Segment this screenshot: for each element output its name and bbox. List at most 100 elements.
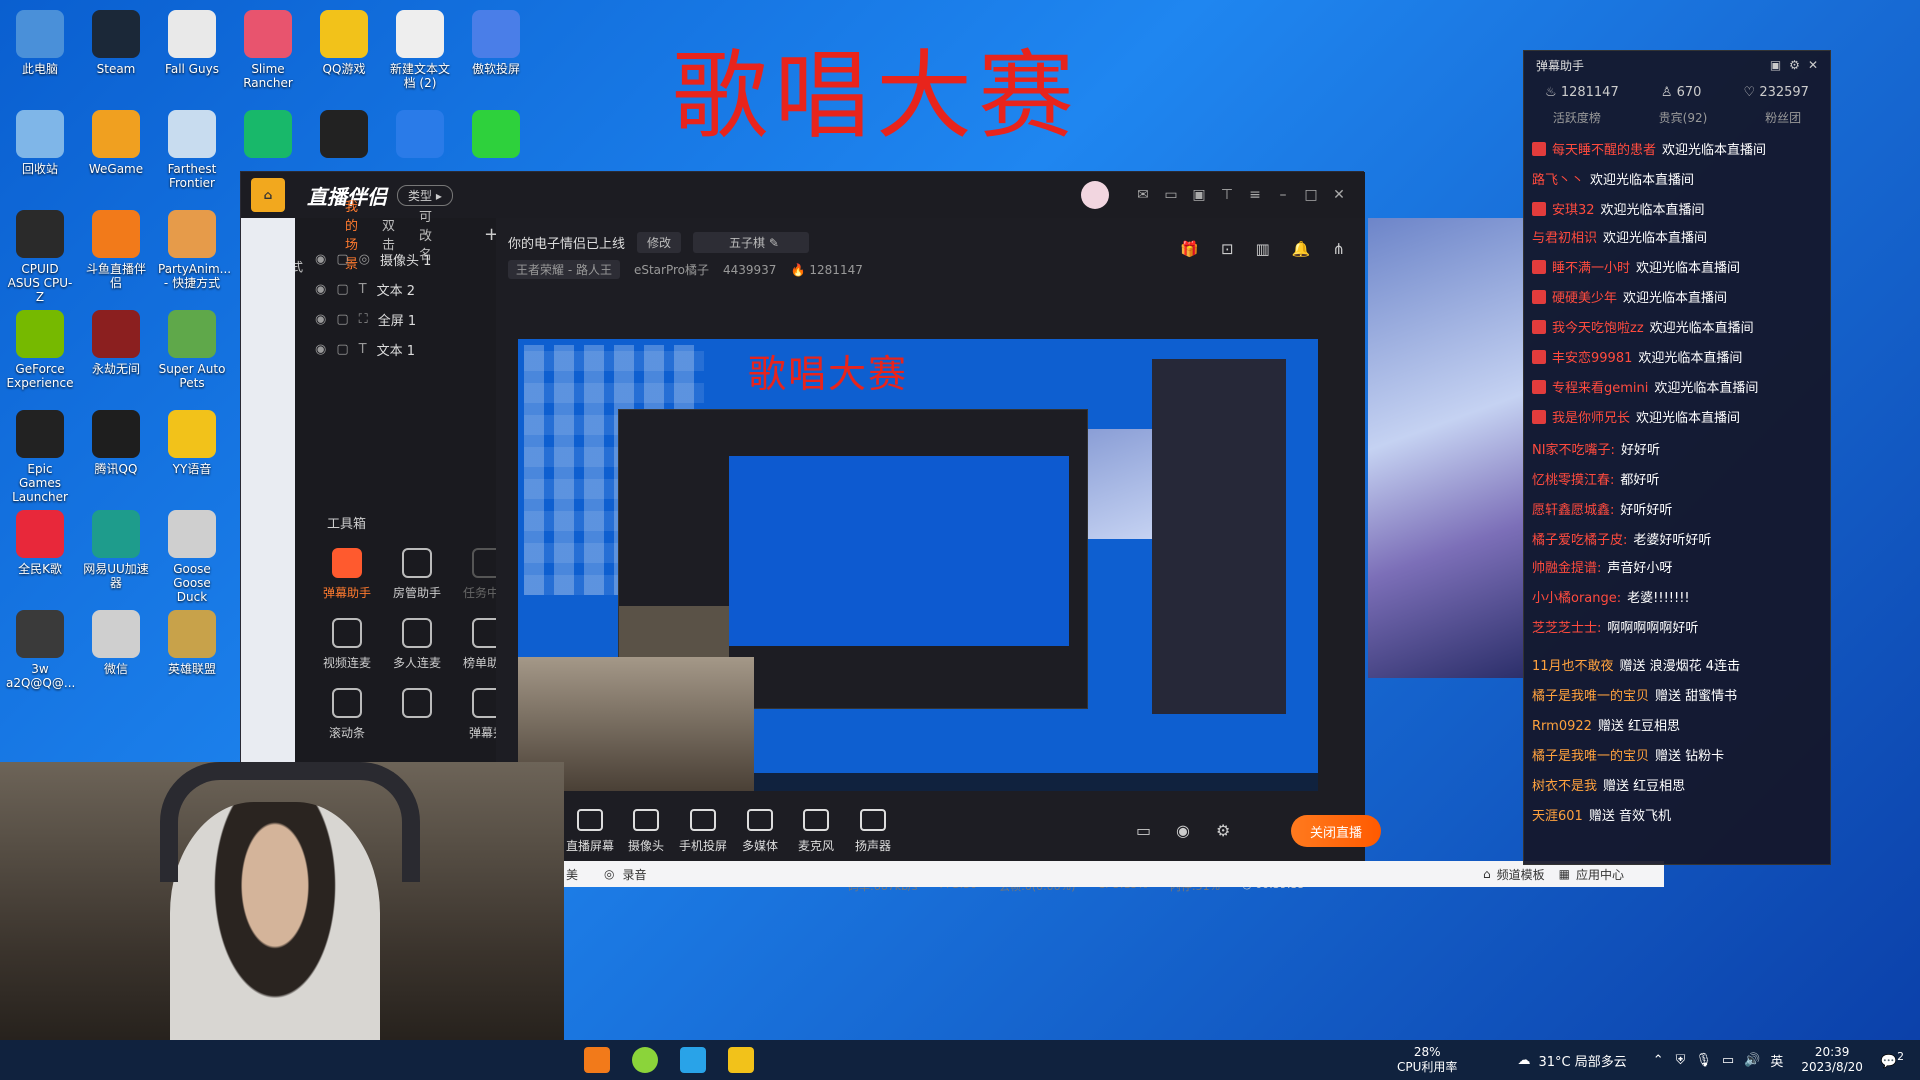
- desktop-icon[interactable]: 回收站: [4, 104, 76, 196]
- stream-preview[interactable]: 歌唱大赛: [518, 339, 1318, 791]
- yy-taskbar-icon[interactable]: [728, 1047, 754, 1073]
- eye-icon[interactable]: ◉: [315, 342, 326, 357]
- chat-username[interactable]: 小小橘orange:: [1532, 591, 1621, 606]
- chat-username[interactable]: 橘子是我唯一的宝贝: [1532, 689, 1649, 704]
- chat-username[interactable]: 丰安恋99981: [1552, 351, 1632, 366]
- chat-username[interactable]: 愿轩鑫愿城鑫:: [1532, 503, 1614, 518]
- share-icon[interactable]: ⋔: [1332, 240, 1345, 258]
- desktop-icon[interactable]: 新建文本文档 (2): [384, 4, 456, 96]
- tool-button[interactable]: 弹幕助手: [311, 548, 383, 601]
- chat-username[interactable]: 忆桃零摸江春:: [1532, 473, 1614, 488]
- record-button[interactable]: 录音: [623, 866, 647, 883]
- chat-username[interactable]: 11月也不敢夜: [1532, 659, 1614, 674]
- phone-cast-button[interactable]: 手机投屏: [673, 809, 733, 854]
- save-icon[interactable]: ▣: [1185, 187, 1213, 203]
- gift-icon[interactable]: 🎁: [1180, 240, 1199, 258]
- desktop-icon[interactable]: 永劫无间: [80, 304, 152, 396]
- chat-username[interactable]: 专程来看gemini: [1552, 381, 1648, 396]
- desktop-icon[interactable]: Epic Games Launcher: [4, 404, 76, 504]
- browser-taskbar-icon[interactable]: [632, 1047, 658, 1073]
- avatar[interactable]: [1081, 181, 1109, 209]
- gear-icon[interactable]: ⚙: [1789, 58, 1800, 72]
- chat-username[interactable]: NI家不吃嘴子:: [1532, 443, 1615, 458]
- desktop-icon[interactable]: CPUID ASUS CPU-Z: [4, 204, 76, 304]
- tool-button[interactable]: [381, 688, 453, 724]
- volume-icon[interactable]: 🔊: [1744, 1053, 1760, 1068]
- desktop-icon[interactable]: PartyAnim... - 快捷方式: [156, 204, 231, 296]
- lock-icon[interactable]: ▢: [336, 312, 348, 327]
- chat-username[interactable]: 硬硬美少年: [1552, 291, 1617, 306]
- source-row[interactable]: ◉ ▢ ◎ 摄像头 1: [295, 244, 495, 274]
- eye-icon[interactable]: ◉: [315, 252, 326, 267]
- app-taskbar-icon[interactable]: [680, 1047, 706, 1073]
- stop-live-button[interactable]: 关闭直播: [1291, 815, 1381, 847]
- menu-icon[interactable]: ≡: [1241, 187, 1269, 203]
- desktop-icon[interactable]: 斗鱼直播伴侣: [80, 204, 152, 296]
- tab-vip[interactable]: 贵宾(92): [1659, 109, 1708, 126]
- desktop-icon[interactable]: 此电脑: [4, 4, 76, 96]
- camera-button[interactable]: 摄像头: [616, 809, 676, 854]
- desktop-icon[interactable]: 网易UU加速器: [80, 504, 152, 596]
- desktop-icon[interactable]: Goose Goose Duck: [156, 504, 228, 604]
- eye-icon[interactable]: ◉: [1176, 821, 1190, 840]
- eye-icon[interactable]: ◉: [315, 282, 326, 297]
- source-row[interactable]: ◉ ▢ T 文本 2: [295, 274, 495, 304]
- source-row[interactable]: ◉ ▢ T 文本 1: [295, 334, 495, 364]
- lock-icon[interactable]: ▢: [336, 282, 348, 297]
- maximize-icon[interactable]: □: [1297, 187, 1325, 203]
- close-icon[interactable]: ✕: [1808, 58, 1818, 72]
- speaker-button[interactable]: 扬声器: [843, 809, 903, 854]
- desktop-icon[interactable]: Super Auto Pets: [156, 304, 228, 396]
- shirt-icon[interactable]: ⊤: [1213, 187, 1241, 203]
- lock-icon[interactable]: ▢: [336, 252, 348, 267]
- lock-icon[interactable]: ▢: [336, 342, 348, 357]
- game-name[interactable]: 王者荣耀 - 路人王: [508, 260, 620, 279]
- desktop-icon[interactable]: 英雄联盟: [156, 604, 228, 696]
- desktop-icon[interactable]: 全民K歌: [4, 504, 76, 596]
- desktop-icon[interactable]: 3w a2Q@Q@...: [4, 604, 76, 696]
- weather[interactable]: 31°C 局部多云: [1538, 1051, 1626, 1070]
- desktop-icon[interactable]: GeForce Experience: [4, 304, 76, 396]
- desktop-icon[interactable]: QQ游戏: [308, 4, 380, 96]
- bell-icon[interactable]: 🔔: [1292, 240, 1311, 258]
- channel-template[interactable]: 频道模板: [1497, 866, 1545, 883]
- screen-icon[interactable]: ▭: [1157, 187, 1185, 203]
- screen-capture-button[interactable]: 直播屏幕: [560, 809, 620, 854]
- tab-fans[interactable]: 粉丝团: [1765, 109, 1801, 126]
- desktop-icon[interactable]: Farthest Frontier: [156, 104, 228, 196]
- chat-username[interactable]: 天涯601: [1532, 809, 1583, 824]
- tool-button[interactable]: 视频连麦: [311, 618, 383, 671]
- type-button[interactable]: 类型 ▸: [397, 184, 453, 206]
- clock[interactable]: 20:39 2023/8/20: [1801, 1045, 1863, 1075]
- mic-icon[interactable]: 🎙: [1695, 1053, 1712, 1068]
- chevron-up-icon[interactable]: ⌃: [1653, 1053, 1664, 1068]
- chat-username[interactable]: 每天睡不醒的患者: [1552, 143, 1656, 158]
- home-icon[interactable]: ⌂: [251, 178, 285, 212]
- mail-icon[interactable]: ✉: [1129, 187, 1157, 203]
- lock-screen-icon[interactable]: ⊡: [1221, 240, 1234, 258]
- tab-activity[interactable]: 活跃度榜: [1553, 109, 1601, 126]
- desktop-icon[interactable]: 傲软投屏: [460, 4, 532, 96]
- tool-button[interactable]: 房管助手: [381, 548, 453, 601]
- lock-icon[interactable]: ▣: [1770, 58, 1781, 72]
- chat-username[interactable]: 芝芝芝士士:: [1532, 621, 1601, 636]
- notification-icon[interactable]: 💬2: [1881, 1050, 1904, 1069]
- chat-username[interactable]: 与君初相识: [1532, 231, 1597, 246]
- desktop-icon[interactable]: Steam: [80, 4, 152, 96]
- chat-username[interactable]: Rrm0922: [1532, 719, 1592, 734]
- source-row[interactable]: ◉ ▢ ⛶ 全屏 1: [295, 304, 495, 334]
- eye-icon[interactable]: ◉: [315, 312, 326, 327]
- chat-username[interactable]: 橘子爱吃橘子皮:: [1532, 533, 1627, 548]
- desktop-icon[interactable]: Fall Guys: [156, 4, 228, 96]
- chat-username[interactable]: 我是你师兄长: [1552, 411, 1630, 426]
- chat-username[interactable]: 我今天吃饱啦zz: [1552, 321, 1644, 336]
- chat-username[interactable]: 路飞丶丶: [1532, 173, 1584, 188]
- shield-icon[interactable]: ⛨: [1676, 1053, 1686, 1068]
- record-icon[interactable]: ▭: [1136, 821, 1151, 840]
- network-icon[interactable]: ▭: [1722, 1053, 1734, 1068]
- minimize-icon[interactable]: –: [1269, 187, 1297, 203]
- desktop-icon[interactable]: YY语音: [156, 404, 228, 496]
- gear-icon[interactable]: ⚙: [1216, 821, 1230, 840]
- desktop-icon[interactable]: Slime Rancher: [232, 4, 304, 96]
- edit-title-button[interactable]: 修改: [637, 232, 682, 253]
